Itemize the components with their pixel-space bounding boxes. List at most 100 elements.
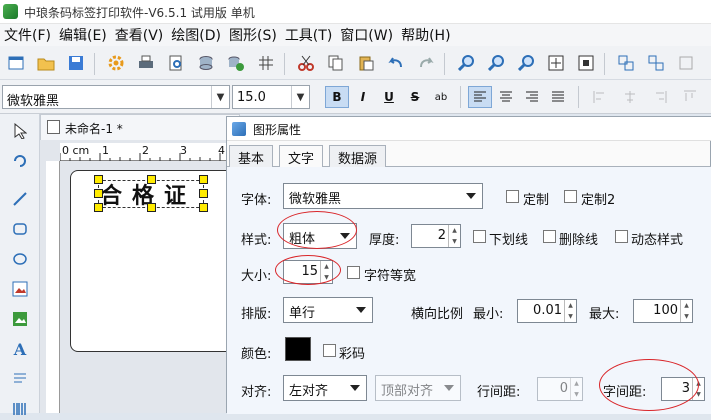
- strikethrough-checkbox[interactable]: [543, 230, 556, 243]
- resize-handle[interactable]: [147, 175, 156, 184]
- thickness-value: 2: [437, 228, 446, 243]
- new-document-icon[interactable]: [4, 51, 28, 75]
- vertical-ruler: [46, 161, 60, 413]
- style-label: 样式:: [241, 233, 272, 248]
- chevron-down-icon[interactable]: [344, 376, 366, 400]
- max-scale-spinner[interactable]: 100 ▲ ▼: [633, 299, 693, 323]
- rotate-tool-icon[interactable]: [9, 148, 31, 170]
- menu-shape[interactable]: 图形(S): [229, 25, 277, 45]
- copy-icon[interactable]: [324, 51, 348, 75]
- tab-text[interactable]: 文字: [279, 145, 324, 168]
- char-spacing-icon[interactable]: ab: [429, 86, 453, 108]
- spinner-arrows-icon[interactable]: ▲ ▼: [570, 378, 582, 400]
- resize-handle[interactable]: [199, 189, 208, 198]
- align-objects-center-icon[interactable]: [618, 86, 642, 108]
- zoom-in-icon[interactable]: [454, 51, 478, 75]
- menu-tools[interactable]: 工具(T): [285, 25, 332, 45]
- image-tool-icon[interactable]: [9, 278, 31, 300]
- strikethrough-label: 删除线: [559, 233, 599, 248]
- align-grid-icon[interactable]: [674, 51, 698, 75]
- align-right-icon[interactable]: [520, 86, 544, 108]
- menu-window[interactable]: 窗口(W): [340, 25, 393, 45]
- thickness-spinner[interactable]: 2 ▲ ▼: [411, 224, 461, 248]
- menu-view[interactable]: 查看(V): [115, 25, 164, 45]
- layout-select[interactable]: 单行: [283, 297, 373, 323]
- paste-icon[interactable]: [354, 51, 378, 75]
- align-objects-left-icon[interactable]: [588, 86, 612, 108]
- fit-page-icon[interactable]: [544, 51, 568, 75]
- dialog-titlebar[interactable]: 图形属性: [227, 117, 711, 141]
- menu-help[interactable]: 帮助(H): [401, 25, 450, 45]
- font-size-combo[interactable]: 15.0 ▼: [232, 85, 310, 109]
- text-tool-icon[interactable]: A: [9, 338, 31, 360]
- resize-handle[interactable]: [94, 189, 103, 198]
- open-folder-icon[interactable]: [34, 51, 58, 75]
- menu-draw[interactable]: 绘图(D): [171, 25, 221, 45]
- align-center-icon[interactable]: [494, 86, 518, 108]
- select-pointer-icon[interactable]: [9, 120, 31, 142]
- equal-width-checkbox[interactable]: [347, 266, 360, 279]
- actual-size-icon[interactable]: [574, 51, 598, 75]
- color-code-checkbox[interactable]: [323, 344, 336, 357]
- barcode-tool-icon[interactable]: [9, 398, 31, 420]
- resize-handle[interactable]: [199, 203, 208, 212]
- justify-icon[interactable]: [546, 86, 570, 108]
- dynamic-style-checkbox[interactable]: [615, 230, 628, 243]
- align-objects-right-icon[interactable]: [648, 86, 672, 108]
- rounded-rect-tool-icon[interactable]: [9, 218, 31, 240]
- line-spacing-spinner[interactable]: 0 ▲ ▼: [537, 377, 583, 401]
- settings-gear-icon[interactable]: [104, 51, 128, 75]
- document-tab[interactable]: 未命名-1 *: [40, 114, 240, 140]
- menu-edit[interactable]: 编辑(E): [59, 25, 107, 45]
- chevron-down-icon[interactable]: [438, 376, 460, 400]
- save-icon[interactable]: [64, 51, 88, 75]
- group-icon[interactable]: [614, 51, 638, 75]
- custom-checkbox[interactable]: [506, 190, 519, 203]
- custom2-checkbox[interactable]: [564, 190, 577, 203]
- undo-icon[interactable]: [384, 51, 408, 75]
- tab-datasource[interactable]: 数据源: [329, 145, 387, 167]
- bold-button[interactable]: B: [325, 86, 349, 108]
- rich-text-tool-icon[interactable]: [9, 368, 31, 390]
- menu-file[interactable]: 文件(F): [4, 25, 51, 45]
- strikethrough-button[interactable]: S: [403, 86, 427, 108]
- database-connect-icon[interactable]: [224, 51, 248, 75]
- tab-basic[interactable]: 基本: [229, 145, 274, 167]
- cut-icon[interactable]: [294, 51, 318, 75]
- color-swatch[interactable]: [285, 337, 311, 361]
- chevron-down-icon[interactable]: ▼: [291, 86, 309, 108]
- annotation-circle: [275, 255, 341, 285]
- font-name-combo[interactable]: 微软雅黑 ▼: [2, 85, 230, 109]
- zoom-icon[interactable]: [514, 51, 538, 75]
- ellipse-tool-icon[interactable]: [9, 248, 31, 270]
- line-tool-icon[interactable]: [9, 188, 31, 210]
- ungroup-icon[interactable]: [644, 51, 668, 75]
- spinner-arrows-icon[interactable]: ▲ ▼: [448, 225, 460, 247]
- grid-icon[interactable]: [254, 51, 278, 75]
- vertical-align-select[interactable]: 顶部对齐: [375, 375, 461, 401]
- min-scale-spinner[interactable]: 0.01 ▲ ▼: [517, 299, 577, 323]
- align-objects-top-icon[interactable]: [678, 86, 702, 108]
- zoom-out-icon[interactable]: [484, 51, 508, 75]
- underline-button[interactable]: U: [377, 86, 401, 108]
- redo-icon[interactable]: [414, 51, 438, 75]
- print-icon[interactable]: [134, 51, 158, 75]
- resize-handle[interactable]: [147, 203, 156, 212]
- resize-handle[interactable]: [94, 203, 103, 212]
- spinner-arrows-icon[interactable]: ▲ ▼: [680, 300, 692, 322]
- font-select[interactable]: 微软雅黑: [283, 183, 483, 209]
- underline-checkbox[interactable]: [473, 230, 486, 243]
- spinner-arrows-icon[interactable]: ▲ ▼: [564, 300, 576, 322]
- chevron-down-icon[interactable]: [460, 184, 482, 208]
- picture-tool-icon[interactable]: [9, 308, 31, 330]
- align-select[interactable]: 左对齐: [283, 375, 367, 401]
- resize-handle[interactable]: [94, 175, 103, 184]
- annotation-circle: [277, 211, 357, 249]
- chevron-down-icon[interactable]: [350, 298, 372, 322]
- align-left-icon[interactable]: [468, 86, 492, 108]
- resize-handle[interactable]: [199, 175, 208, 184]
- print-preview-icon[interactable]: [164, 51, 188, 75]
- italic-button[interactable]: I: [351, 86, 375, 108]
- database-icon[interactable]: [194, 51, 218, 75]
- chevron-down-icon[interactable]: ▼: [211, 86, 229, 108]
